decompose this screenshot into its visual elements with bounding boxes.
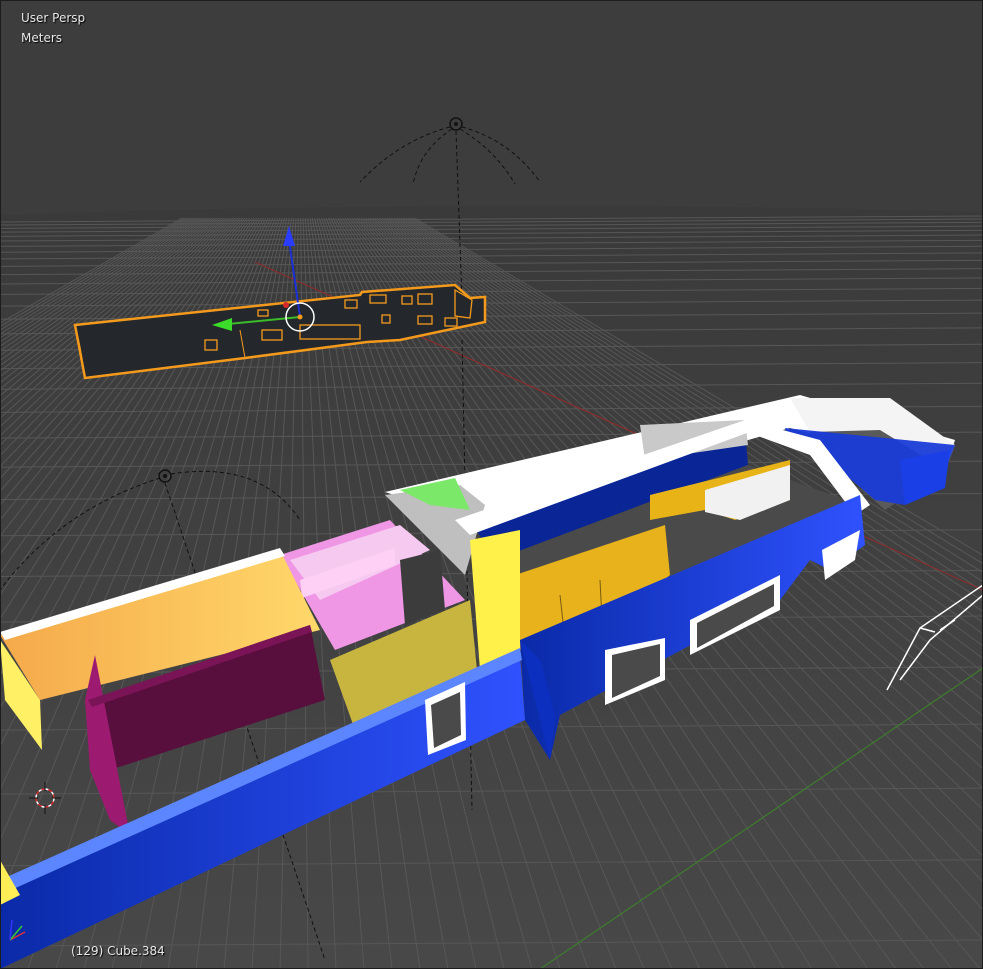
3d-viewport[interactable]: User Persp Meters (129) Cube.384 <box>0 0 983 969</box>
scene-canvas[interactable] <box>0 0 983 969</box>
active-object-label: (129) Cube.384 <box>71 944 165 958</box>
sky-background <box>0 0 983 215</box>
units-label: Meters <box>21 31 63 45</box>
view-name-label: User Persp <box>21 11 86 25</box>
